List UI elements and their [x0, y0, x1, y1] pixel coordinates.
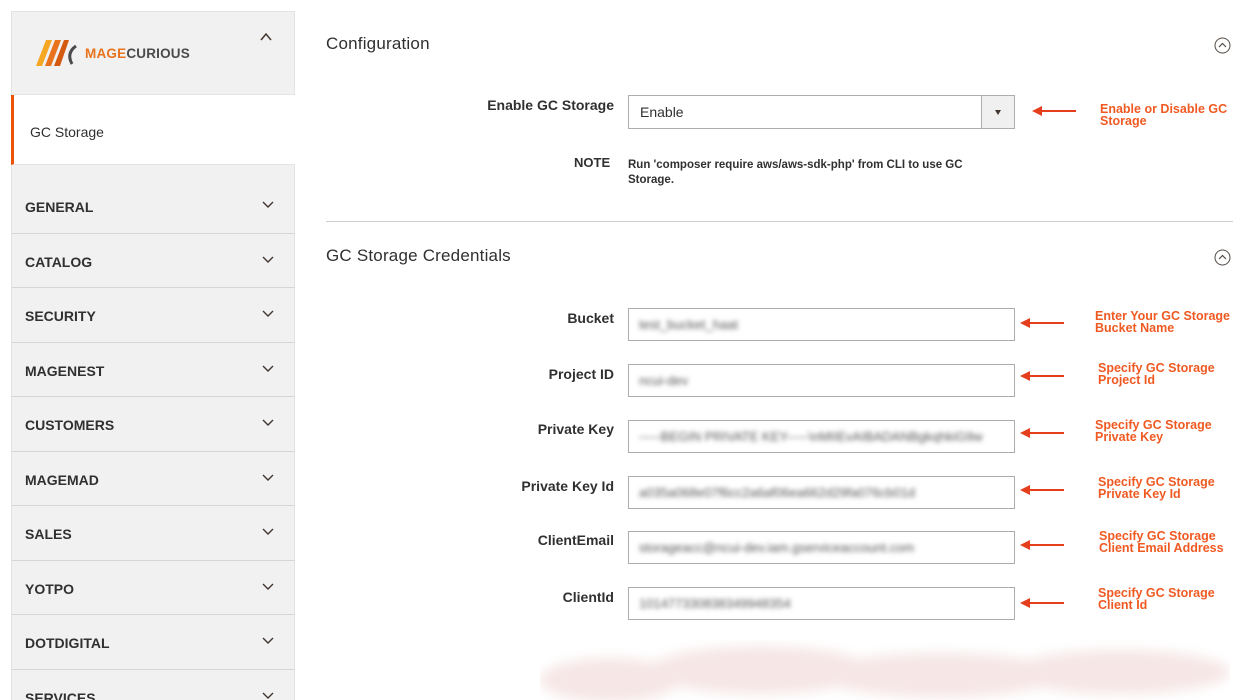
chevron-down-icon: [262, 528, 274, 535]
chevron-down-icon: [262, 256, 274, 263]
sidebar-section-dotdigital[interactable]: DOTDIGITAL: [11, 615, 295, 670]
private-key-label: Private Key: [537, 421, 614, 437]
client-id-input[interactable]: 101477330838349948354: [628, 587, 1015, 620]
magecurious-logo-icon: [36, 40, 77, 66]
chevron-down-icon: [262, 365, 274, 372]
client-email-annotation: Specify GC Storage Client Email Address: [1099, 529, 1224, 555]
annotation-arrow-icon: [1020, 598, 1064, 608]
section-divider: [326, 221, 1233, 222]
sidebar-section-label: SALES: [25, 526, 72, 542]
private-key-id-annotation: Specify GC Storage Private Key Id: [1098, 475, 1215, 501]
sidebar-section-label: GENERAL: [25, 199, 94, 215]
select-dropdown-button[interactable]: [981, 96, 1014, 128]
sidebar-item-label: GC Storage: [30, 124, 104, 140]
project-id-label: Project ID: [548, 366, 614, 382]
annotation-arrow-icon: [1032, 106, 1076, 116]
input-value: storageacc@ncui-dev.iam.gserviceaccount.…: [639, 540, 915, 555]
bucket-label: Bucket: [567, 310, 614, 326]
project-id-input[interactable]: ncui-dev: [628, 364, 1015, 397]
input-value: a035a068e07f6cc2a6af06ea662d29fa076cb01d: [639, 485, 916, 500]
annotation-arrow-icon: [1020, 318, 1064, 328]
annotation-arrow-icon: [1020, 485, 1064, 495]
sidebar-section-security[interactable]: SECURITY: [11, 288, 295, 343]
caret-down-icon: [995, 110, 1001, 115]
sidebar-section-catalog[interactable]: CATALOG: [11, 233, 295, 288]
input-value: test_bucket_haat: [639, 317, 739, 332]
chevron-down-icon: [262, 637, 274, 644]
bucket-input[interactable]: test_bucket_haat: [628, 308, 1015, 341]
sidebar-section-magenest[interactable]: MAGENEST: [11, 342, 295, 397]
configuration-section-title[interactable]: Configuration: [326, 34, 430, 54]
chevron-down-icon: [262, 419, 274, 426]
bucket-annotation: Enter Your GC Storage Bucket Name: [1095, 309, 1230, 335]
sidebar-header[interactable]: MAGECURIOUS: [11, 11, 295, 95]
sidebar-section-label: SECURITY: [25, 308, 96, 324]
note-label: NOTE: [574, 155, 611, 170]
private-key-input[interactable]: -----BEGIN PRIVATE KEY-----\nMIIEvAIBADA…: [628, 420, 1015, 453]
chevron-down-icon: [262, 692, 274, 699]
logo-wordmark: MAGECURIOUS: [85, 45, 190, 61]
client-email-input[interactable]: storageacc@ncui-dev.iam.gserviceaccount.…: [628, 531, 1015, 564]
config-sidebar: MAGECURIOUS GC Storage GENERAL CATALOG S…: [11, 11, 295, 700]
chevron-down-icon: [262, 310, 274, 317]
annotation-arrow-icon: [1020, 540, 1064, 550]
annotation-arrow-icon: [1020, 371, 1064, 381]
sidebar-section-customers[interactable]: CUSTOMERS: [11, 397, 295, 452]
input-value: ncui-dev: [639, 373, 689, 388]
collapse-circle-icon[interactable]: [1214, 249, 1231, 266]
chevron-up-icon[interactable]: [260, 32, 272, 42]
enable-annotation: Enable or Disable GC Storage: [1100, 102, 1228, 128]
sidebar-item-gc-storage[interactable]: GC Storage: [11, 95, 295, 165]
input-value: -----BEGIN PRIVATE KEY-----\nMIIEvAIBADA…: [639, 429, 983, 444]
credentials-section-title[interactable]: GC Storage Credentials: [326, 246, 511, 266]
client-id-label: ClientId: [562, 589, 614, 605]
chevron-down-icon: [262, 201, 274, 208]
magecurious-logo: MAGECURIOUS: [36, 40, 190, 66]
private-key-annotation: Specify GC Storage Private Key: [1095, 418, 1212, 444]
redaction-smudge: [540, 646, 1230, 700]
sidebar-section-label: DOTDIGITAL: [25, 635, 110, 651]
chevron-down-icon: [262, 474, 274, 481]
sidebar-section-magemad[interactable]: MAGEMAD: [11, 451, 295, 506]
input-value: 101477330838349948354: [639, 596, 791, 611]
sidebar-section-general[interactable]: GENERAL: [11, 179, 295, 234]
sidebar-section-services[interactable]: SERVICES: [11, 669, 295, 700]
note-text: Run 'composer require aws/aws-sdk-php' f…: [628, 159, 963, 186]
select-value: Enable: [640, 104, 684, 120]
private-key-id-label: Private Key Id: [521, 478, 614, 494]
sidebar-section-label: SERVICES: [25, 689, 96, 700]
sidebar-section-label: YOTPO: [25, 580, 75, 597]
sidebar-gap: [11, 165, 295, 179]
sidebar-section-yotpo[interactable]: YOTPO: [11, 560, 295, 615]
enable-gc-storage-select[interactable]: Enable: [628, 95, 1015, 129]
sidebar-section-sales[interactable]: SALES: [11, 506, 295, 561]
collapse-circle-icon[interactable]: [1214, 37, 1231, 54]
client-id-annotation: Specify GC Storage Client Id: [1098, 586, 1215, 612]
private-key-id-input[interactable]: a035a068e07f6cc2a6af06ea662d29fa076cb01d: [628, 476, 1015, 509]
sidebar-section-label: CATALOG: [25, 253, 93, 270]
enable-gc-storage-label: Enable GC Storage: [487, 97, 614, 113]
client-email-label: ClientEmail: [537, 532, 614, 548]
sidebar-section-label: CUSTOMERS: [25, 417, 115, 433]
project-id-annotation: Specify GC Storage Project Id: [1098, 361, 1215, 387]
annotation-arrow-icon: [1020, 428, 1064, 438]
chevron-down-icon: [262, 583, 274, 590]
sidebar-section-label: MAGENEST: [25, 362, 105, 379]
sidebar-section-label: MAGEMAD: [25, 471, 99, 488]
